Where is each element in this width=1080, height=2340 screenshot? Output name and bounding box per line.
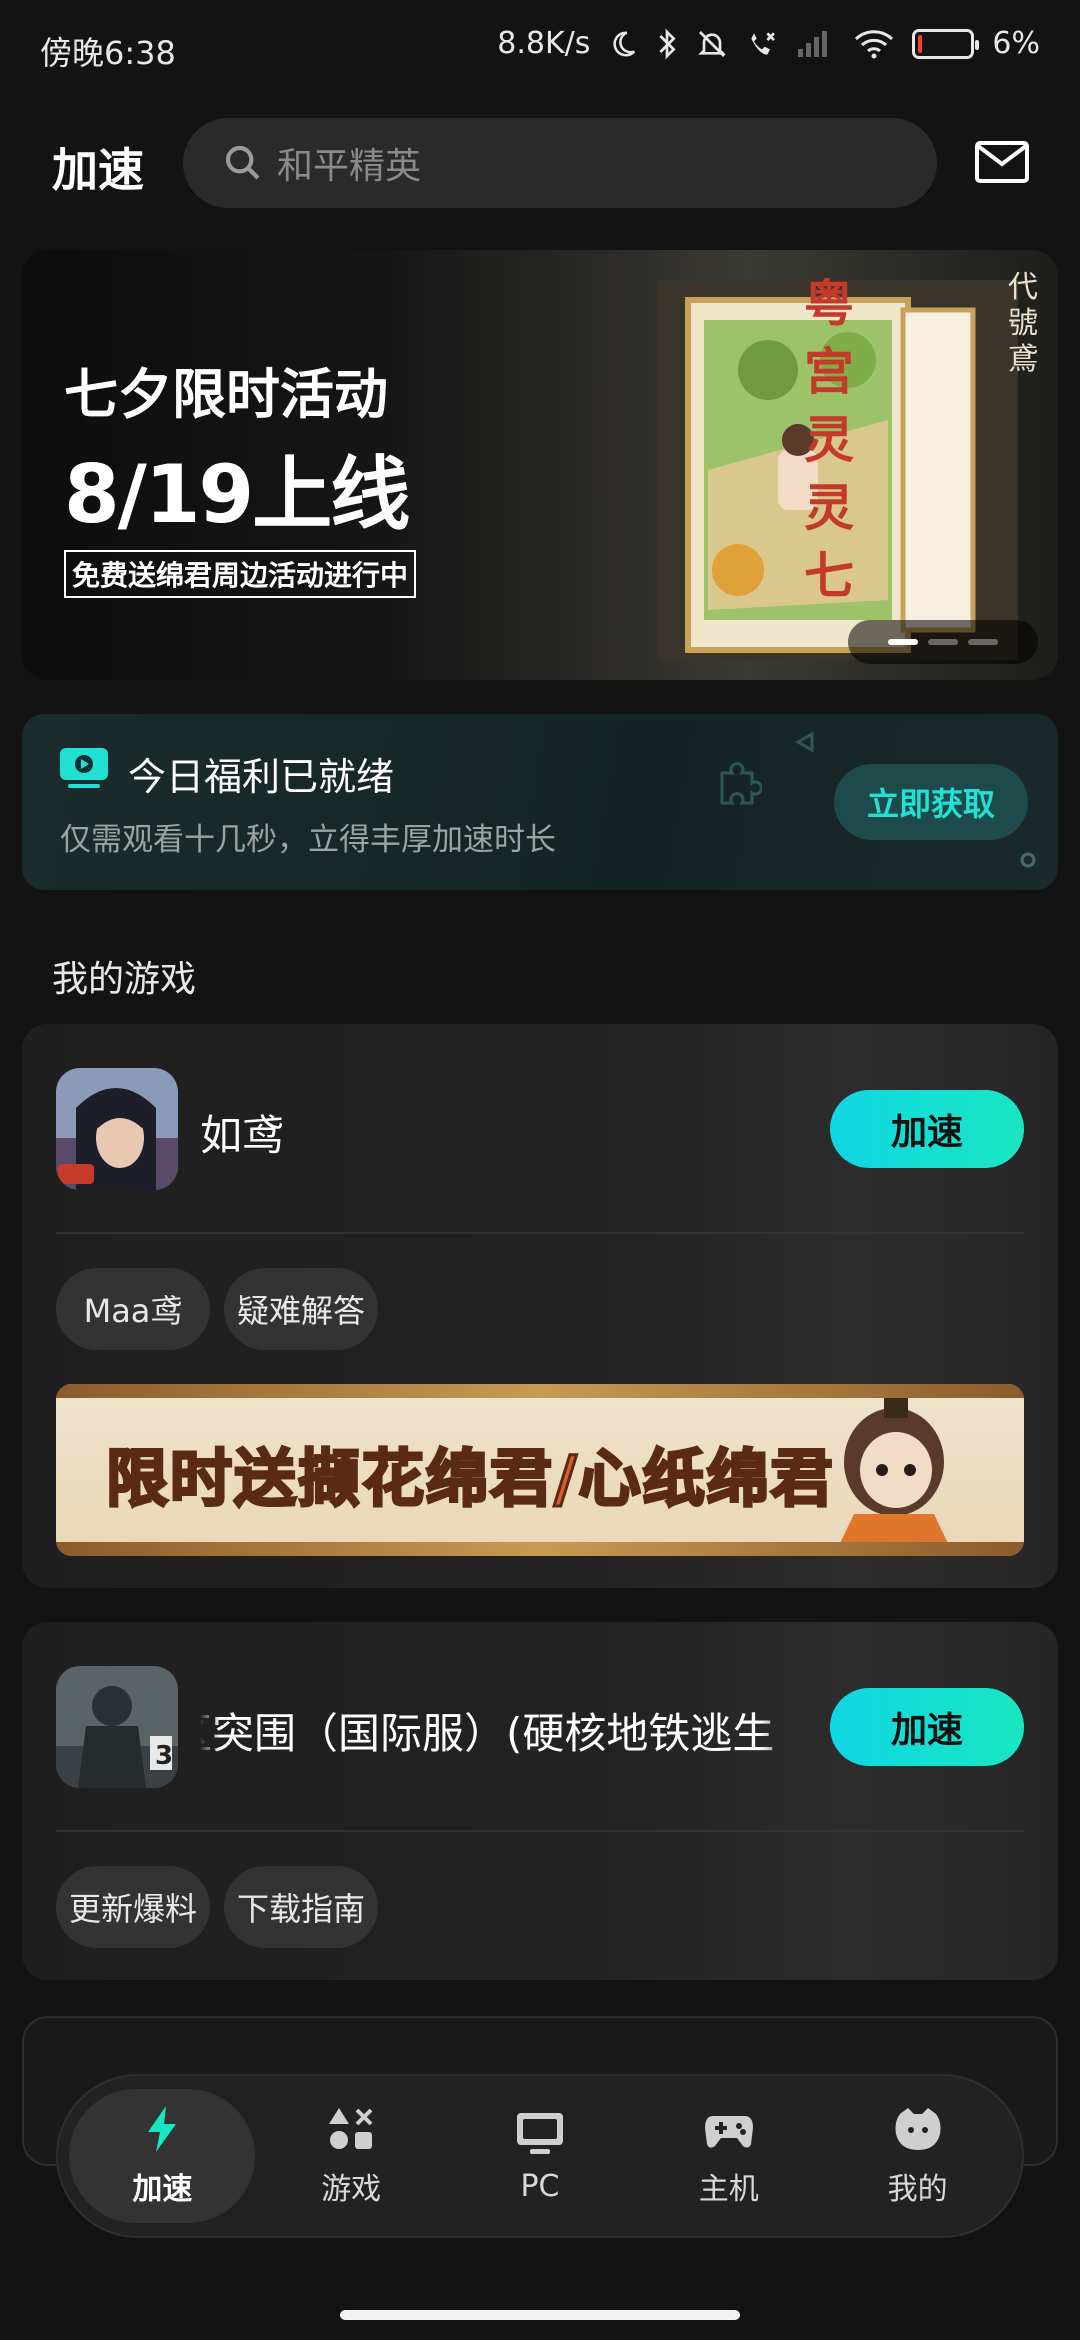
bluetooth-icon [656,28,678,60]
game-name: 如鸢 [200,1111,285,1160]
profile-face-icon [895,2108,941,2150]
nav-label: 加速 [132,2172,193,2207]
page-title: 加速 [52,143,144,197]
carousel-dot [968,639,998,645]
battery-percent: 6% [992,26,1040,61]
nav-label: 主机 [698,2172,759,2207]
divider [56,1830,1024,1832]
svg-text:3: 3 [155,1741,173,1771]
chip-update-news[interactable]: 更新爆料 [56,1866,210,1948]
carousel-indicator [848,620,1038,664]
welfare-subtitle: 仅需观看十几秒，立得丰厚加速时长 [60,822,556,858]
divider [56,1232,1024,1234]
promo-banner-carousel[interactable]: 粤宫灵灵七 代號鳶 七夕限时活动 8/19上线 免费送绵君周边活动进行中 [22,250,1058,680]
status-icons: 8.8K/s 6% [497,26,1040,61]
game-card[interactable]: 3 暗区突围（国际服）(硬核地铁逃生 加速 更新爆料 下载指南 [22,1622,1058,1980]
speed-up-button[interactable]: 加速 [830,1090,1024,1168]
search-placeholder: 和平精英 [277,146,422,187]
chip-faq[interactable]: 疑难解答 [224,1268,378,1350]
battery-level [918,34,923,53]
claim-now-button[interactable]: 立即获取 [834,764,1028,840]
game-icon[interactable] [56,1068,178,1190]
wifi-icon [854,29,894,59]
moon-icon [608,29,638,59]
nav-item-console[interactable]: 主机 [636,2089,822,2223]
video-play-icon [60,748,108,788]
search-icon [225,145,260,180]
puzzle-deco-icon [720,762,762,805]
banner-title: 七夕限时活动 [64,363,388,426]
nav-item-games[interactable]: 游戏 [258,2089,444,2223]
search-input[interactable]: 和平精英 [183,118,937,208]
call-x-icon [746,28,778,60]
my-games-title: 我的游戏 [52,959,197,1000]
circle-deco-icon [1020,852,1036,868]
net-speed: 8.8K/s [497,26,591,61]
game-name: 暗区突围（国际服）(硬核地铁逃生 [200,1709,775,1758]
nav-item-pc[interactable]: PC [447,2089,633,2223]
status-bar: 傍晚6:38 8.8K/s 6% [0,0,1080,100]
signal-icon [796,29,836,59]
bottom-nav: 加速 游戏 PC 主机 我的 [56,2074,1024,2238]
games-grid-icon [329,2108,373,2149]
promo-border [56,1542,1024,1556]
mail-icon[interactable] [974,140,1030,184]
gamepad-icon [704,2116,753,2148]
chibi-character-art [834,1398,954,1556]
game-promo-banner[interactable]: 限时送撷花绵君/心纸绵君 [56,1384,1024,1556]
carousel-dot [928,639,958,645]
speed-up-button[interactable]: 加速 [830,1688,1024,1766]
game-icon[interactable]: 3 [56,1666,178,1788]
nav-label: 我的 [887,2172,948,2207]
monitor-icon [516,2112,563,2154]
status-time: 傍晚6:38 [40,34,176,72]
banner-art-brand: 代號鳶 [1008,270,1038,377]
nav-item-profile[interactable]: 我的 [825,2089,1011,2223]
chip-download-guide[interactable]: 下载指南 [224,1866,378,1948]
banner-tag: 免费送绵君周边活动进行中 [64,550,417,598]
nav-label: PC [520,2168,560,2204]
game-card[interactable]: 如鸢 加速 Maa鸢 疑难解答 限时送撷花绵君/心纸绵君 [22,1024,1058,1588]
carousel-dot [888,639,918,645]
nav-item-accelerate[interactable]: 加速 [69,2089,256,2223]
home-indicator[interactable] [340,2310,740,2320]
daily-welfare-card[interactable]: 今日福利已就绪 仅需观看十几秒，立得丰厚加速时长 立即获取 [22,714,1058,890]
chip-maa[interactable]: Maa鸢 [56,1268,210,1350]
banner-art-title: 粤宫灵灵七 [804,274,854,605]
bell-muted-icon [696,28,728,60]
triangle-deco-icon [794,731,814,753]
lightning-icon [148,2106,177,2152]
welfare-title: 今日福利已就绪 [128,755,395,799]
promo-text: 限时送撷花绵君/心纸绵君 [105,1441,835,1517]
header: 加速 和平精英 [0,118,1080,210]
banner-date: 8/19上线 [64,448,410,541]
battery-icon [912,28,980,59]
nav-label: 游戏 [321,2172,382,2207]
